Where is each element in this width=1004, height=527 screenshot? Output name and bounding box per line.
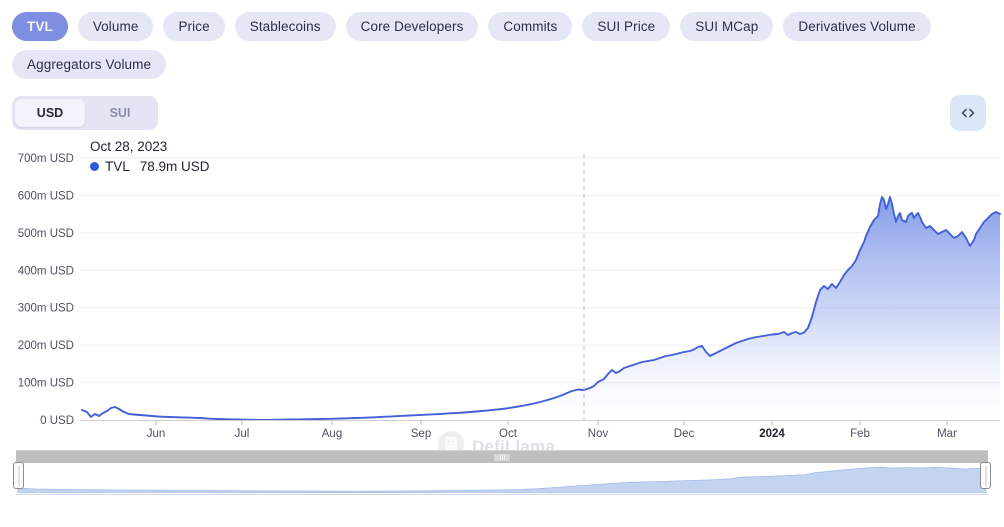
- y-tick-label: 100m USD: [18, 378, 74, 390]
- y-tick-label: 600m USD: [18, 190, 74, 202]
- x-tick-label: Jul: [235, 428, 250, 440]
- x-tick-label: Aug: [322, 428, 342, 440]
- x-tick-label: Feb: [850, 428, 870, 440]
- tab-sui-price[interactable]: SUI Price: [582, 12, 670, 41]
- tab-derivatives-volume[interactable]: Derivatives Volume: [783, 12, 930, 41]
- brush-preview-area-path: [18, 467, 986, 493]
- tab-price[interactable]: Price: [163, 12, 224, 41]
- x-tick-label: Oct: [499, 428, 518, 440]
- y-tick-label: 400m USD: [18, 265, 74, 277]
- x-axis-labels: Jun Jul Aug Sep Oct Nov Dec 2024 Feb Mar: [147, 428, 957, 440]
- date-range-brush[interactable]: [8, 450, 996, 498]
- y-tick-label: 700m USD: [18, 153, 74, 165]
- y-tick-label: 300m USD: [18, 303, 74, 315]
- x-tick-label: Jun: [147, 428, 166, 440]
- x-tick-label: Mar: [937, 428, 957, 440]
- tab-commits[interactable]: Commits: [488, 12, 572, 41]
- tab-aggregators-volume[interactable]: Aggregators Volume: [12, 50, 166, 79]
- x-axis-ticks: [156, 421, 947, 426]
- y-tick-label: 200m USD: [18, 340, 74, 352]
- tvl-chart[interactable]: 700m USD 600m USD 500m USD 400m USD 300m…: [0, 142, 1004, 442]
- currency-option-sui[interactable]: SUI: [85, 99, 155, 127]
- tab-volume[interactable]: Volume: [78, 12, 154, 41]
- x-tick-label: Dec: [674, 428, 695, 440]
- brush-preview-chart: [16, 463, 988, 493]
- tab-stablecoins[interactable]: Stablecoins: [235, 12, 336, 41]
- x-tick-label-year: 2024: [759, 428, 785, 440]
- tab-core-developers[interactable]: Core Developers: [346, 12, 479, 41]
- y-axis-labels: 700m USD 600m USD 500m USD 400m USD 300m…: [18, 153, 74, 427]
- x-tick-label: Nov: [588, 428, 609, 440]
- brush-handle-left[interactable]: [13, 462, 24, 489]
- brush-drag-bar[interactable]: [16, 450, 988, 464]
- chart-canvas[interactable]: 700m USD 600m USD 500m USD 400m USD 300m…: [0, 142, 1004, 442]
- brush-handle-right[interactable]: [980, 462, 991, 489]
- tvl-chart-page: TVL Volume Price Stablecoins Core Develo…: [0, 0, 1004, 527]
- brush-grip-icon[interactable]: [494, 454, 510, 461]
- brush-preview-area[interactable]: [16, 463, 988, 495]
- embed-code-button[interactable]: [950, 95, 986, 131]
- currency-toggle[interactable]: USD SUI: [12, 96, 158, 130]
- tvl-area: [82, 197, 1000, 420]
- tab-sui-mcap[interactable]: SUI MCap: [680, 12, 773, 41]
- currency-option-usd[interactable]: USD: [15, 99, 85, 127]
- y-tick-label: 500m USD: [18, 228, 74, 240]
- tab-tvl[interactable]: TVL: [12, 12, 68, 41]
- code-icon: [960, 105, 976, 121]
- chart-controls-row: USD SUI: [12, 96, 992, 130]
- metric-tab-list: TVL Volume Price Stablecoins Core Develo…: [0, 0, 992, 79]
- x-tick-label: Sep: [411, 428, 431, 440]
- y-tick-label: 0 USD: [40, 415, 74, 427]
